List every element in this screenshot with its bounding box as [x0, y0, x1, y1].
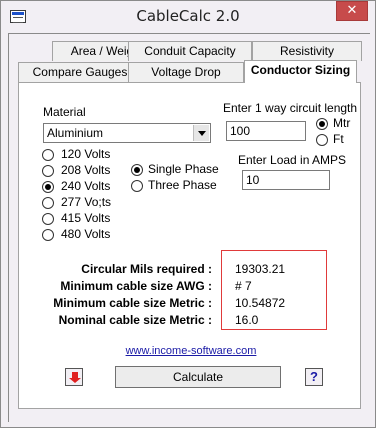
radio-277-volts[interactable]	[42, 197, 54, 209]
radio-120-volts-label: 120 Volts	[61, 147, 111, 161]
length-input-value: 100	[230, 124, 251, 138]
website-link[interactable]: www.income-software.com	[19, 345, 363, 357]
radio-single-phase-label: Single Phase	[148, 162, 219, 176]
nominal-metric-value: 16.0	[235, 313, 259, 327]
load-label: Enter Load in AMPS	[238, 153, 347, 167]
window-title: CableCalc 2.0	[136, 7, 240, 25]
radio-480-volts[interactable]	[42, 229, 54, 241]
radio-240-volts[interactable]	[42, 181, 54, 193]
min-metric-label: Minimum cable size Metric :	[53, 296, 212, 310]
radio-120-volts[interactable]	[42, 149, 54, 161]
radio-three-phase[interactable]	[131, 180, 143, 192]
radio-mtr[interactable]	[316, 118, 328, 130]
radio-240-volts-label: 240 Volts	[61, 179, 111, 193]
app-window: CableCalc 2.0 ✕ Area / Weight Conduit Ca…	[0, 0, 376, 428]
material-label: Material	[43, 105, 86, 119]
min-awg-label: Minimum cable size AWG :	[60, 279, 212, 293]
material-select-value: Aluminium	[47, 126, 104, 140]
radio-415-volts[interactable]	[42, 213, 54, 225]
tab-resistivity[interactable]: Resistivity	[252, 41, 362, 61]
circular-mils-value: 19303.21	[235, 262, 286, 276]
radio-208-volts[interactable]	[42, 165, 54, 177]
close-button[interactable]: ✕	[336, 1, 368, 21]
radio-208-volts-label: 208 Volts	[61, 163, 111, 177]
title-bar: CableCalc 2.0 ✕	[1, 1, 375, 33]
radio-ft-label: Ft	[333, 132, 344, 146]
radio-mtr-label: Mtr	[333, 116, 351, 130]
chevron-down-icon[interactable]	[193, 125, 209, 141]
length-input[interactable]: 100	[226, 121, 306, 141]
load-input[interactable]: 10	[242, 170, 330, 190]
min-metric-value: 10.54872	[235, 296, 286, 310]
download-button[interactable]	[65, 368, 83, 386]
radio-480-volts-label: 480 Volts	[61, 227, 111, 241]
min-awg-value: # 7	[235, 279, 252, 293]
tab-conduit-capacity[interactable]: Conduit Capacity	[128, 41, 252, 61]
load-input-value: 10	[246, 173, 260, 187]
radio-415-volts-label: 415 Volts	[61, 211, 111, 225]
conductor-sizing-panel: Material Aluminium 120 Volts 208 Volts 2…	[18, 82, 361, 409]
help-icon: ?	[310, 369, 318, 384]
tab-conductor-sizing[interactable]: Conductor Sizing	[244, 60, 357, 83]
radio-single-phase[interactable]	[131, 164, 143, 176]
radio-three-phase-label: Three Phase	[148, 178, 217, 192]
length-label: Enter 1 way circuit length	[223, 101, 358, 115]
tab-voltage-drop[interactable]: Voltage Drop	[128, 62, 244, 82]
radio-277-volts-label: 277 Vo;ts	[61, 195, 112, 209]
help-button[interactable]: ?	[305, 368, 323, 386]
radio-ft[interactable]	[316, 134, 328, 146]
material-select[interactable]: Aluminium	[43, 123, 211, 143]
circular-mils-label: Circular Mils required :	[81, 262, 212, 276]
nominal-metric-label: Nominal cable size Metric :	[58, 313, 212, 327]
tab-compare-gauges[interactable]: Compare Gauges	[18, 62, 142, 82]
calculate-button[interactable]: Calculate	[115, 366, 281, 388]
client-area: Area / Weight Conduit Capacity Resistivi…	[8, 33, 370, 422]
